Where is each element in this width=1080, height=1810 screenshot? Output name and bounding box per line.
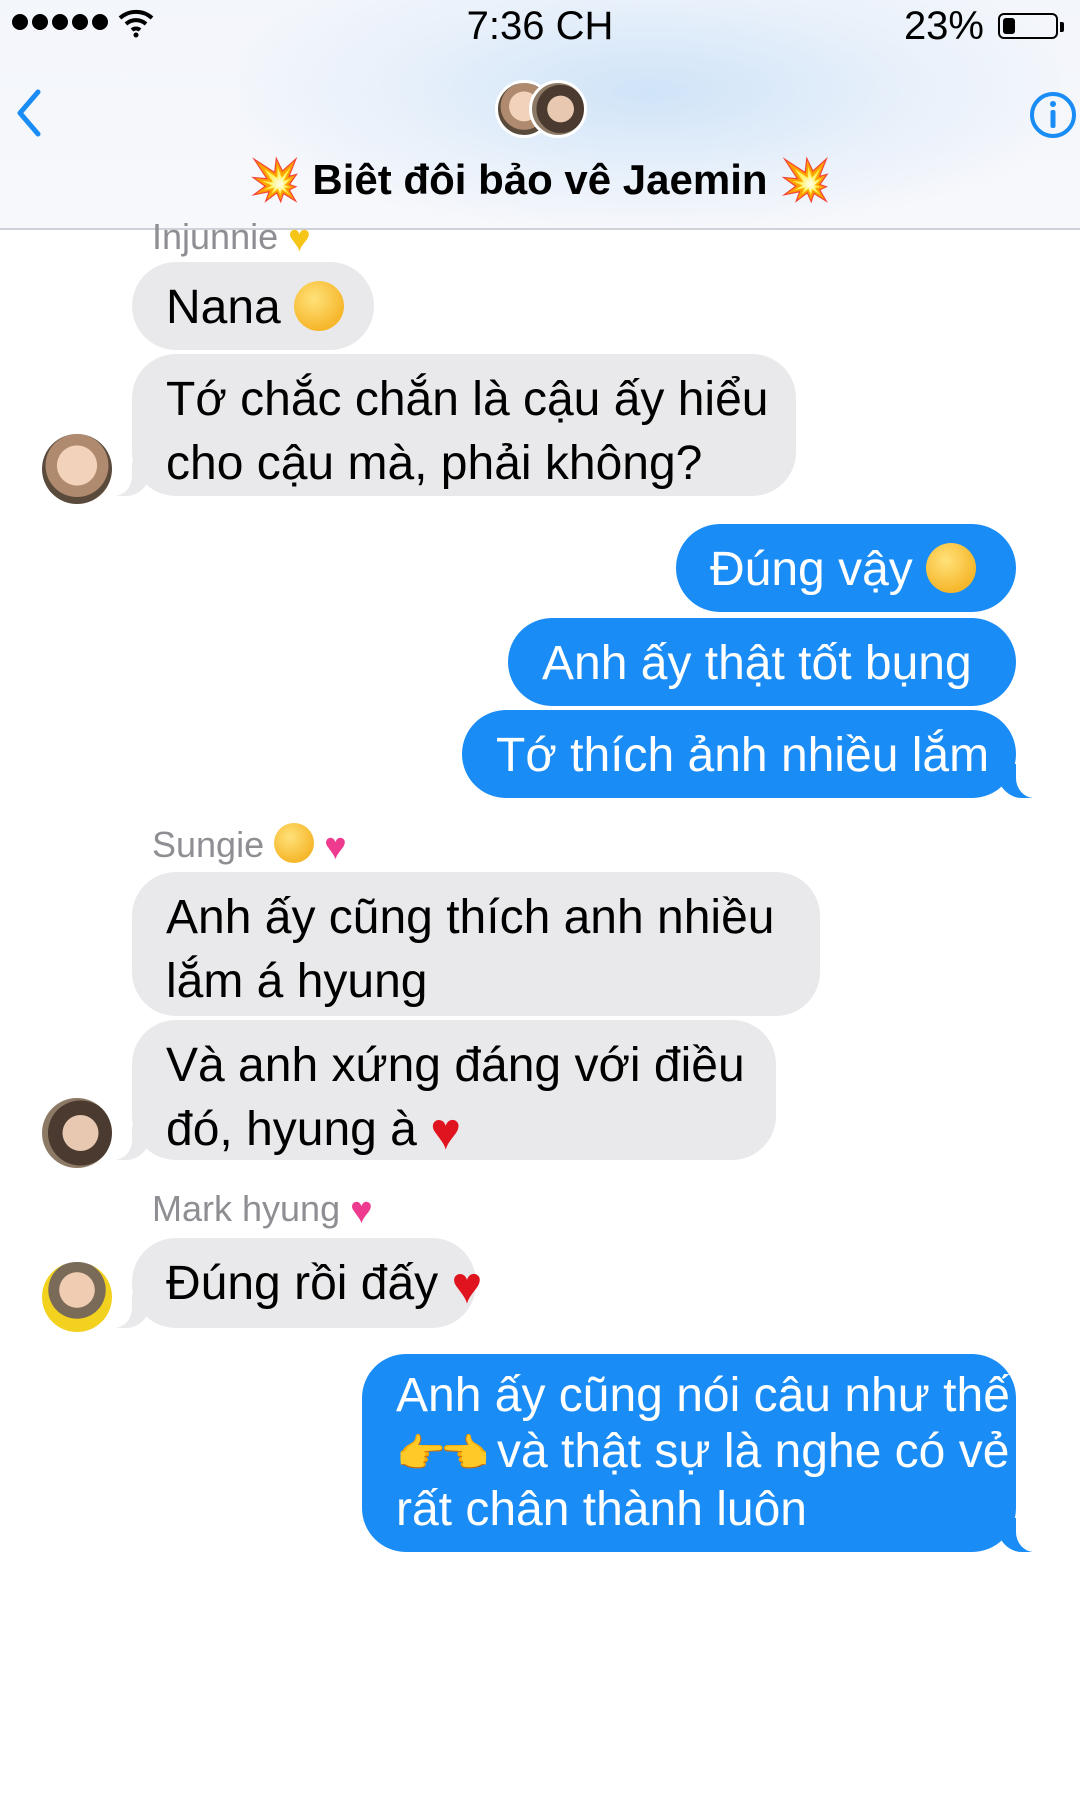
group-avatar[interactable] <box>495 80 587 140</box>
battery-icon <box>998 13 1064 39</box>
revolving-hearts-emoji-icon: ♥ <box>350 1189 373 1232</box>
sender-name: Injunnie ♥ <box>152 216 311 260</box>
conversation-header: 7:36 CH 23% 💥 Biêt đôi bảo vê Jaemin 💥 <box>0 0 1080 230</box>
chevron-left-icon[interactable] <box>14 88 44 138</box>
battery-percentage: 23% <box>903 4 984 48</box>
disappointed-face-emoji-icon <box>294 281 345 332</box>
red-heart-emoji-icon: ♥ <box>430 1103 462 1162</box>
conversation-title-text: Biêt đôi bảo vê Jaemin <box>312 156 768 203</box>
received-message-bubble[interactable]: Tớ chắc chắn là cậu ấy hiểu cho cậu mà, … <box>102 354 796 496</box>
message-thread[interactable]: Injunnie ♥ Nana Tớ chắc chắn là cậu ấy h… <box>0 216 1080 1810</box>
status-bar: 7:36 CH 23% <box>0 0 1080 56</box>
sent-message-bubble[interactable]: Đúng vậy <box>676 524 1016 612</box>
received-message-bubble[interactable]: Và anh xứng đáng với điều đó, hyung à ♥ <box>102 1020 776 1161</box>
sent-message-bubble[interactable]: Anh ấy cũng nói câu như thế 👉👈 và thật s… <box>362 1354 1046 1552</box>
two-hearts-emoji-icon: ♥ <box>324 825 347 868</box>
info-icon[interactable] <box>1028 90 1078 140</box>
received-message-bubble[interactable]: Đúng rồi đấy ♥ <box>102 1238 482 1328</box>
sender-name: Mark hyung ♥ <box>152 1188 373 1232</box>
sent-message-bubble[interactable]: Anh ấy thật tốt bụng <box>508 618 1016 706</box>
pointing-fingers-emoji-icon: 👉👈 <box>396 1432 490 1477</box>
received-message-bubble[interactable]: Nana <box>132 262 374 350</box>
collision-emoji-icon: 💥 <box>248 156 301 203</box>
pleading-face-emoji-icon <box>274 823 315 864</box>
pleading-face-emoji-icon <box>926 543 977 594</box>
collision-emoji-icon: 💥 <box>779 156 832 203</box>
sent-message-bubble[interactable]: Tớ thích ảnh nhiều lắm <box>462 710 1046 798</box>
avatar[interactable] <box>42 1098 112 1168</box>
avatar[interactable] <box>42 434 112 504</box>
avatar <box>529 80 587 138</box>
red-heart-emoji-icon: ♥ <box>451 1257 483 1316</box>
conversation-title[interactable]: 💥 Biêt đôi bảo vê Jaemin 💥 <box>0 156 1080 205</box>
avatar[interactable] <box>42 1262 112 1332</box>
received-message-bubble[interactable]: Anh ấy cũng thích anh nhiều lắm á hyung <box>132 872 820 1016</box>
yellow-heart-emoji-icon: ♥ <box>288 217 311 260</box>
sender-name: Sungie ♥ <box>152 823 347 868</box>
